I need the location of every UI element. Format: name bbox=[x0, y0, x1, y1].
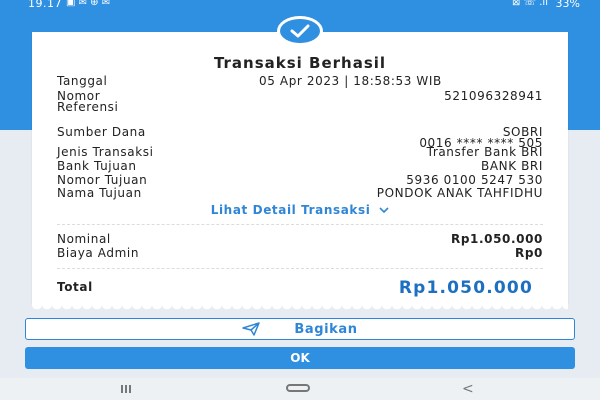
jenis-transaksi-label: Jenis Transaksi bbox=[57, 145, 154, 159]
receipt-edge bbox=[32, 304, 568, 310]
ok-button[interactable]: OK bbox=[25, 347, 575, 369]
home-icon[interactable] bbox=[286, 384, 310, 392]
detail-link-label: Lihat Detail Transaksi bbox=[210, 203, 371, 217]
status-time: 19.17 bbox=[28, 0, 62, 10]
total-value: Rp1.050.000 bbox=[398, 278, 533, 298]
share-button[interactable]: Bagikan bbox=[25, 318, 575, 340]
row-nomor-referensi: Nomor Referensi 521096328941 bbox=[57, 89, 543, 115]
total-row: Total Rp1.050.000 bbox=[57, 278, 533, 300]
page-title: Transaksi Berhasil bbox=[213, 54, 387, 72]
detail-transaction-link[interactable]: Lihat Detail Transaksi bbox=[0, 203, 600, 217]
recents-icon[interactable] bbox=[121, 385, 131, 393]
nominal-label: Nominal bbox=[57, 232, 111, 246]
sumber-dana-label: Sumber Dana bbox=[57, 125, 146, 139]
biaya-admin-label: Biaya Admin bbox=[57, 246, 140, 260]
system-icons: ⊠ ☏ .ıl bbox=[512, 0, 548, 8]
nomor-referensi-label: Nomor Referensi bbox=[57, 90, 119, 114]
tanggal-label: Tanggal bbox=[57, 74, 108, 88]
notification-icons: ▣ ✉ ⊕ ✉ bbox=[66, 0, 111, 8]
bank-tujuan-label: Bank Tujuan bbox=[57, 159, 137, 173]
nama-tujuan-label: Nama Tujuan bbox=[57, 186, 142, 200]
success-badge bbox=[277, 16, 323, 46]
tanggal-value: 05 Apr 2023 | 18:58:53 WIB bbox=[259, 74, 442, 88]
nama-tujuan-value: PONDOK ANAK TAHFIDHU bbox=[376, 186, 543, 200]
nomor-tujuan-label: Nomor Tujuan bbox=[57, 173, 148, 187]
battery-level: 33% bbox=[555, 0, 580, 10]
send-icon bbox=[242, 322, 261, 336]
nominal-value: Rp1.050.000 bbox=[451, 232, 543, 246]
jenis-transaksi-value: Transfer Bank BRI bbox=[426, 145, 543, 159]
status-bar: 19.17 ▣ ✉ ⊕ ✉ ⊠ ☏ .ıl 33% bbox=[0, 0, 600, 14]
chevron-down-icon bbox=[379, 207, 389, 214]
back-icon[interactable]: < bbox=[462, 381, 474, 397]
nomor-tujuan-value: 5936 0100 5247 530 bbox=[406, 173, 543, 187]
total-label: Total bbox=[57, 280, 93, 294]
system-navigation-bar: < bbox=[0, 378, 600, 400]
share-button-label: Bagikan bbox=[294, 321, 358, 337]
nomor-referensi-value: 521096328941 bbox=[444, 89, 543, 103]
biaya-admin-value: Rp0 bbox=[515, 246, 543, 260]
nomor-referensi-label-line2: Referensi bbox=[57, 100, 119, 114]
divider bbox=[57, 268, 543, 269]
divider bbox=[57, 224, 543, 225]
bank-tujuan-value: BANK BRI bbox=[480, 159, 543, 173]
check-icon bbox=[290, 24, 310, 38]
